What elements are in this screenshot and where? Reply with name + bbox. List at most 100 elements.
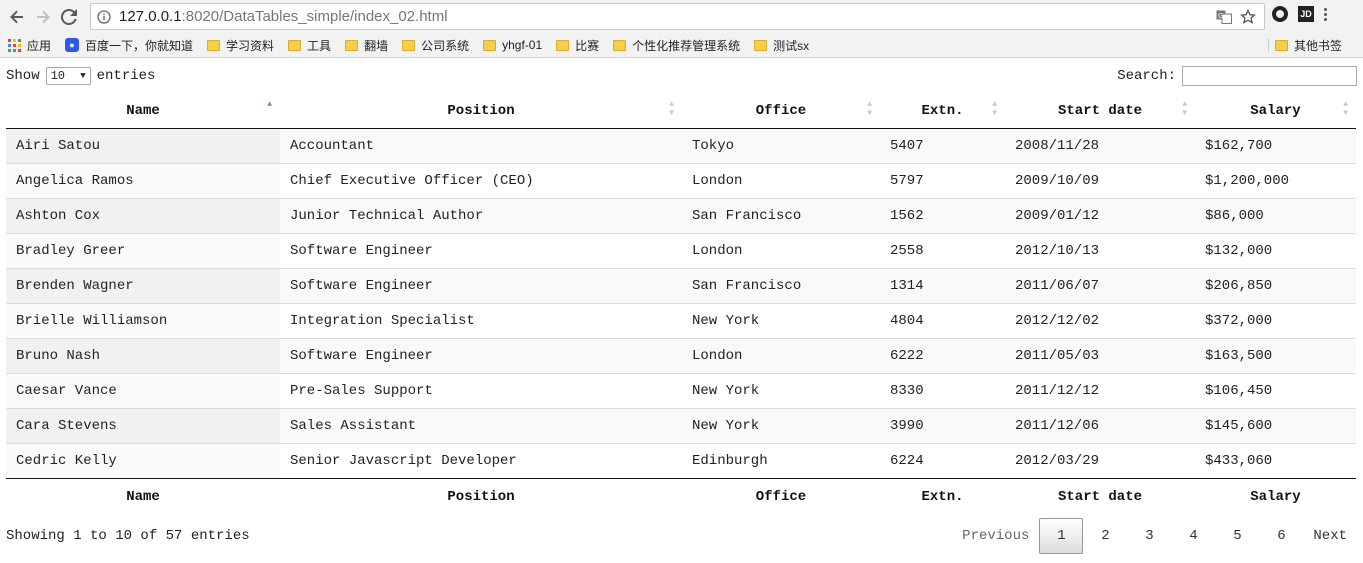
data-table: Name ▲ Position ▲ ▼ Office ▲ ▼ Extn. ▲ ▼ Start … [6, 94, 1356, 516]
table-cell: London [682, 337, 880, 373]
column-header-name[interactable]: Name ▲ [6, 94, 280, 128]
table-cell: 4804 [880, 302, 1005, 338]
url-host: 127.0.0.1 [119, 8, 182, 25]
table-row: Brielle Williamson Integration Specialist… [6, 302, 1356, 338]
table-row: Bradley Greer Software Engineer London 2558… [6, 232, 1356, 268]
bookmark-folder[interactable]: 学习资料 [207, 37, 274, 54]
table-cell: Brielle Williamson [6, 302, 280, 338]
folder-icon [1275, 40, 1288, 51]
entries-select[interactable]: 10 ▼ [45, 67, 91, 85]
previous-button[interactable]: Previous [952, 518, 1039, 554]
bookmark-baidu[interactable]: ● 百度一下，你就知道 [65, 37, 193, 54]
table-cell: 2011/12/12 [1005, 372, 1195, 408]
table-cell: London [682, 162, 880, 198]
table-cell: $433,060 [1195, 442, 1356, 478]
table-cell: Accountant [280, 128, 682, 163]
table-cell: Senior Javascript Developer [280, 442, 682, 478]
search-label: Search: [1117, 68, 1176, 84]
page-button-6[interactable]: 6 [1259, 518, 1303, 554]
footer-column-salary: Salary [1250, 489, 1301, 506]
table-row: Ashton Cox Junior Technical Author San Fra… [6, 197, 1356, 233]
bookmark-folder[interactable]: 比赛 [556, 37, 599, 54]
extension-jd-icon[interactable]: JD [1298, 6, 1314, 22]
table-controls: Show 10 ▼ entries Search: [6, 58, 1357, 94]
entries-label: entries [96, 68, 156, 84]
bookmark-folder[interactable]: 工具 [288, 37, 331, 54]
bookmark-folder[interactable]: 个性化推荐管理系统 [613, 37, 740, 54]
table-cell: 2011/12/06 [1005, 407, 1195, 443]
sort-both-icon: ▲ ▼ [1182, 100, 1187, 118]
show-label: Show [6, 68, 40, 84]
table-row: Angelica Ramos Chief Executive Officer (C… [6, 162, 1356, 198]
sort-both-icon: ▲ ▼ [1343, 100, 1348, 118]
table-cell: Angelica Ramos [6, 162, 280, 198]
entries-length: Show 10 ▼ entries [6, 67, 155, 85]
extension-circle-icon[interactable] [1272, 6, 1288, 22]
table-cell: Sales Assistant [280, 407, 682, 443]
table-cell: 8330 [880, 372, 1005, 408]
reload-icon[interactable] [58, 6, 80, 28]
bookmark-folder[interactable]: 公司系统 [402, 37, 469, 54]
table-search: Search: [1117, 66, 1357, 86]
folder-icon [345, 39, 359, 51]
table-cell: Ashton Cox [6, 197, 280, 233]
forward-arrow-icon[interactable] [32, 6, 54, 28]
sort-both-icon: ▲ ▼ [992, 100, 997, 118]
sort-both-icon: ▲ ▼ [867, 100, 872, 118]
entries-select-value: 10 [50, 69, 66, 83]
bookmarks-separator [1268, 39, 1269, 52]
table-cell: 2012/03/29 [1005, 442, 1195, 478]
pagination: Previous 123456 Next [952, 518, 1357, 554]
baidu-paw-icon: ● [65, 38, 80, 52]
bookmark-folder[interactable]: 翻墙 [345, 37, 388, 54]
footer-column-office: Office [755, 489, 807, 506]
folder-icon [556, 39, 570, 51]
sort-both-icon: ▲ ▼ [669, 100, 674, 118]
menu-kebab-icon[interactable] [1324, 7, 1327, 21]
folder-icon [754, 39, 768, 51]
address-bar[interactable]: 127.0.0.1:8020/DataTables_simple/index_0… [90, 3, 1265, 30]
column-header-start-date[interactable]: Start date ▲ ▼ [1005, 94, 1195, 128]
column-header-extn[interactable]: Extn. ▲ ▼ [880, 94, 1005, 128]
search-input[interactable] [1182, 66, 1357, 86]
table-cell: 6224 [880, 442, 1005, 478]
bookmark-other[interactable]: 其他书签 [1275, 33, 1342, 58]
table-row: Cedric Kelly Senior Javascript Developer E… [6, 442, 1356, 478]
bookmark-folder[interactable]: 测试sx [754, 37, 809, 54]
chevron-down-icon: ▼ [80, 71, 86, 81]
table-row: Brenden Wagner Software Engineer San Franc… [6, 267, 1356, 303]
page-button-3[interactable]: 3 [1127, 518, 1171, 554]
page-button-2[interactable]: 2 [1083, 518, 1127, 554]
translate-icon[interactable]: G [1216, 10, 1232, 24]
table-cell: Bradley Greer [6, 232, 280, 268]
column-header-position[interactable]: Position ▲ ▼ [280, 94, 682, 128]
table-cell: $372,000 [1195, 302, 1356, 338]
table-cell: San Francisco [682, 197, 880, 233]
next-button[interactable]: Next [1303, 518, 1357, 554]
page-info-icon[interactable] [97, 9, 111, 24]
folder-icon [207, 39, 221, 51]
table-cell: 5407 [880, 128, 1005, 163]
column-header-salary[interactable]: Salary ▲ ▼ [1195, 94, 1356, 128]
table-cell: Software Engineer [280, 232, 682, 268]
page-button-5[interactable]: 5 [1215, 518, 1259, 554]
table-cell: San Francisco [682, 267, 880, 303]
bookmark-star-icon[interactable] [1240, 8, 1256, 25]
folder-icon [402, 39, 416, 51]
bookmark-apps[interactable]: 应用 [8, 37, 51, 54]
footer-column-start-date: Start date [1057, 489, 1142, 506]
table-cell: $145,600 [1195, 407, 1356, 443]
column-header-office[interactable]: Office ▲ ▼ [682, 94, 880, 128]
folder-icon [288, 39, 302, 51]
footer-column-extn: Extn. [921, 489, 964, 506]
table-cell: 1562 [880, 197, 1005, 233]
table-cell: Airi Satou [6, 128, 280, 163]
page-button-4[interactable]: 4 [1171, 518, 1215, 554]
table-row: Cara Stevens Sales Assistant New York 3990 2… [6, 407, 1356, 443]
bookmark-folder[interactable]: yhgf-01 [483, 38, 542, 52]
table-cell: Software Engineer [280, 267, 682, 303]
page-button-1[interactable]: 1 [1039, 518, 1084, 554]
table-cell: 2012/10/13 [1005, 232, 1195, 268]
back-arrow-icon[interactable] [6, 6, 28, 28]
table-cell: Cedric Kelly [6, 442, 280, 478]
